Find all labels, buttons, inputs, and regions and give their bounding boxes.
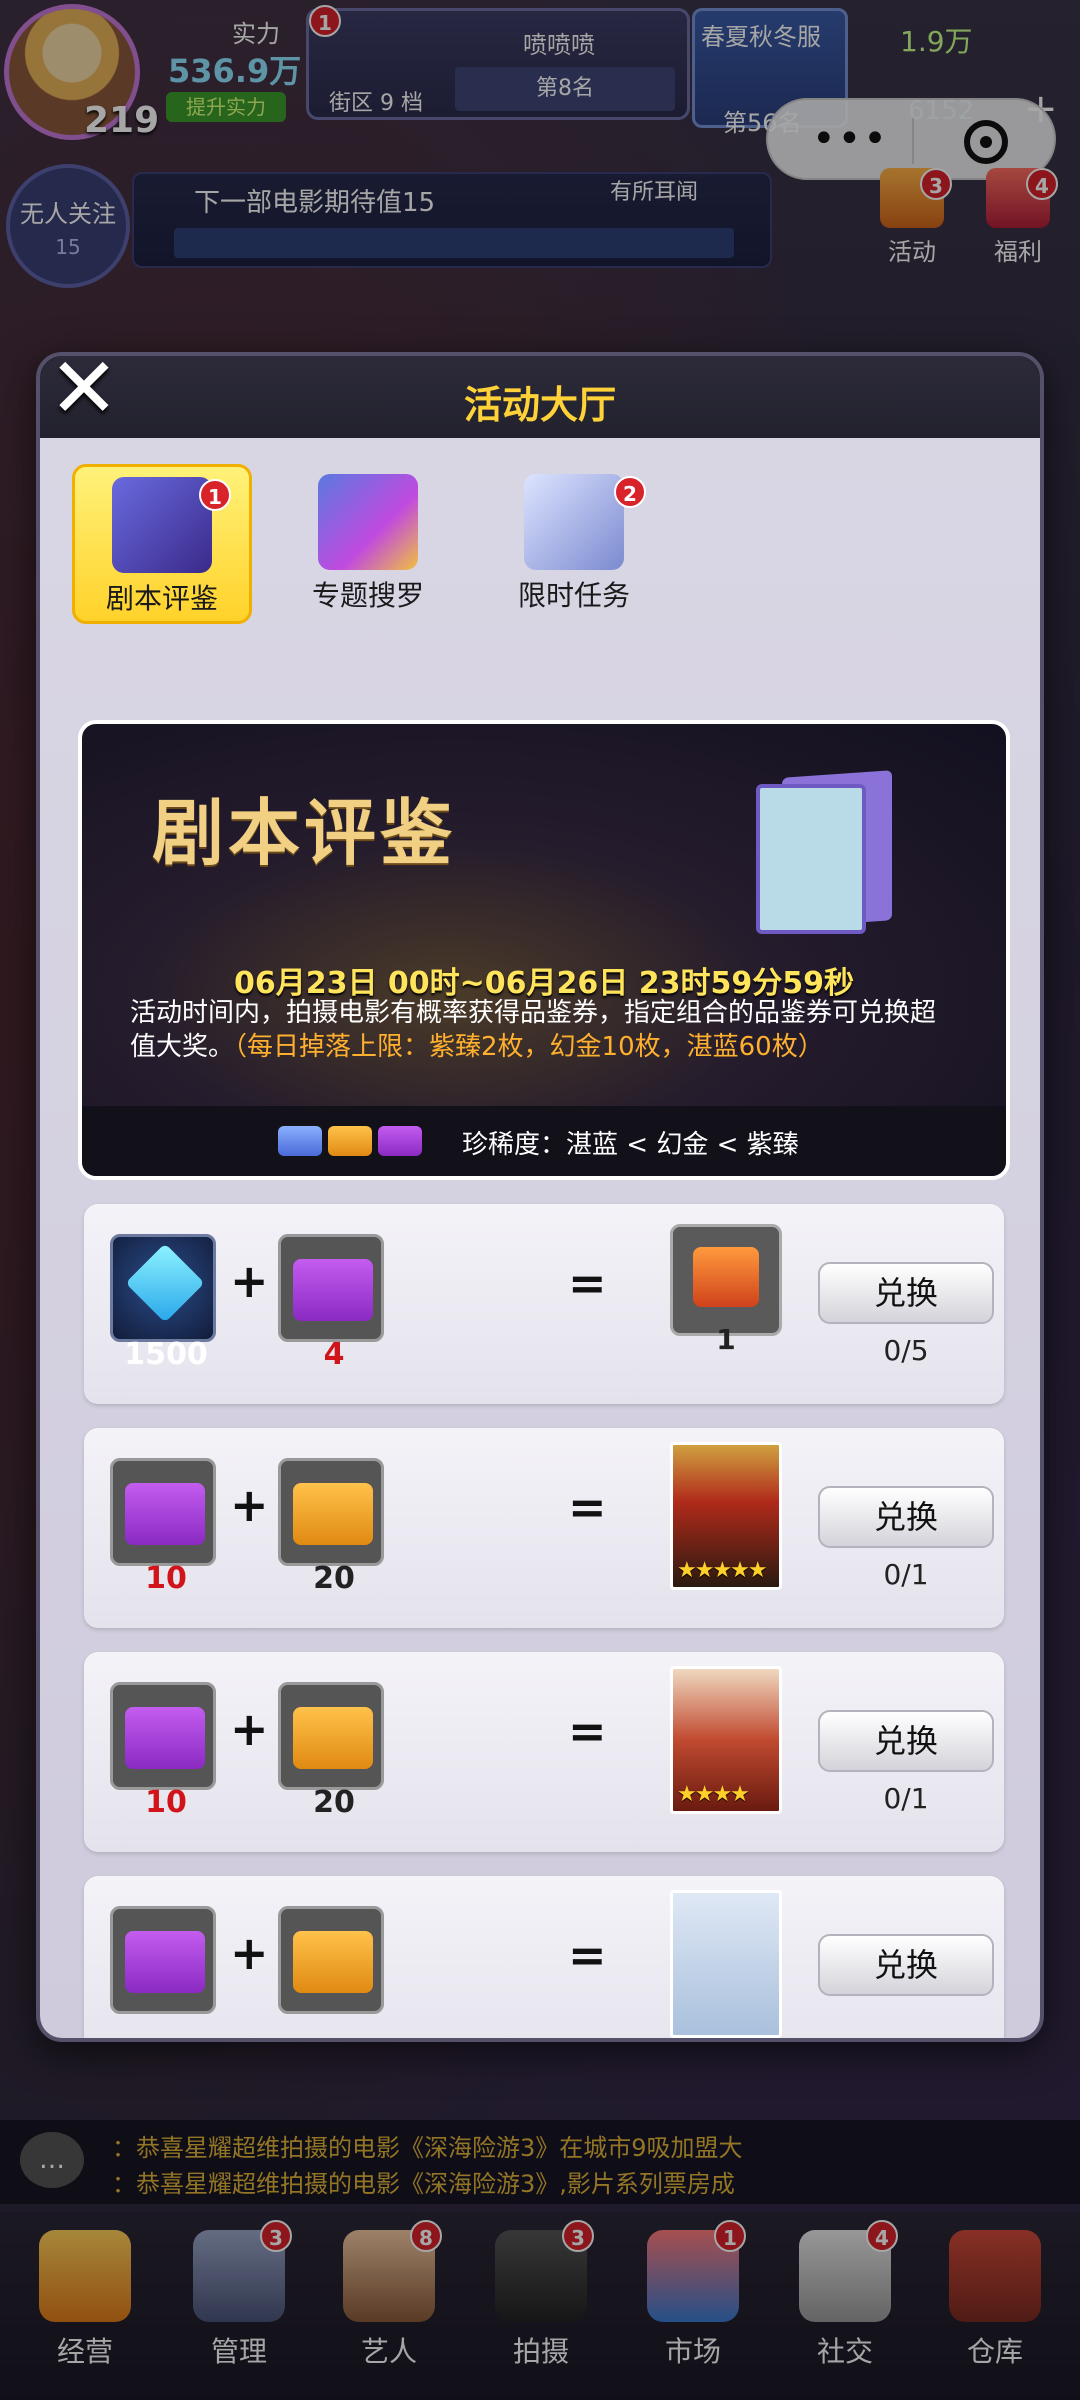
purple-ticket-icon: [125, 1931, 205, 1993]
exchange-row: 10 + 20 = ★★★★ 兑换 0/1: [84, 1652, 1004, 1852]
star-rating: ★★★★: [677, 1782, 750, 1807]
plus-sign: +: [230, 1478, 269, 1532]
purple-ticket-icon: [125, 1707, 205, 1769]
purple-ticket-icon: [378, 1126, 422, 1156]
tab-special-topics-label: 专题搜罗: [311, 579, 424, 612]
movie-poster-martial: ★★★★★: [670, 1442, 782, 1590]
star-rating: ★★★★★: [677, 1558, 768, 1583]
exchange-button[interactable]: 兑换: [818, 1262, 994, 1324]
exchange-row: 10 + 20 = ★★★★★ 兑换 0/1: [84, 1428, 1004, 1628]
exchange-row: + = 兑换: [84, 1876, 1004, 2038]
rarity-text: 珍稀度：湛蓝 < 幻金 < 紫臻: [462, 1130, 799, 1160]
gold-ticket-icon: [293, 1931, 373, 1993]
gem-slot: 1500: [110, 1234, 216, 1372]
exchange-count: 0/1: [883, 1558, 929, 1591]
modal-body: 剧本评鉴 1 专题搜罗 限时任务 2 剧本评鉴 06月23日 00时~06月26…: [40, 438, 1040, 2038]
gold-ticket-slot: 20: [278, 1458, 384, 1596]
script-books-art: [742, 764, 952, 954]
clipboard-icon: [524, 474, 624, 570]
equals-sign: =: [568, 1256, 607, 1310]
script-icon: [112, 477, 212, 573]
purple-ticket-qty: 4: [323, 1337, 345, 1372]
exchange-count: 0/5: [883, 1334, 929, 1367]
tab-special-topics[interactable]: 专题搜罗: [278, 464, 458, 624]
purple-ticket-icon: [293, 1259, 373, 1321]
rarity-tickets: [278, 1126, 428, 1160]
tab-limited-tasks[interactable]: 限时任务 2: [484, 464, 664, 624]
exchange-button[interactable]: 兑换: [818, 1934, 994, 1996]
tab-limited-tasks-label: 限时任务: [517, 579, 630, 612]
close-button[interactable]: ✕: [40, 346, 128, 436]
gold-ticket-slot: 20: [278, 1682, 384, 1820]
tab-limited-tasks-badge: 2: [614, 476, 646, 508]
tab-script-review[interactable]: 剧本评鉴 1: [72, 464, 252, 624]
plus-sign: +: [230, 1926, 269, 1980]
blue-ticket-icon: [278, 1126, 322, 1156]
reward-gift-slot: 1: [670, 1224, 782, 1356]
gem-qty: 1500: [124, 1337, 208, 1372]
rarity-bar: 珍稀度：湛蓝 < 幻金 < 紫臻: [82, 1106, 1006, 1176]
purple-ticket-slot: 10: [110, 1458, 216, 1596]
plus-sign: +: [230, 1702, 269, 1756]
exchange-row: 1500 + 4 = 1 兑换 0/5: [84, 1204, 1004, 1404]
modal-title: 活动大厅: [463, 383, 616, 427]
gold-ticket-icon: [293, 1707, 373, 1769]
equals-sign: =: [568, 1704, 607, 1758]
reward-qty: 1: [716, 1323, 736, 1356]
gold-ticket-qty: 20: [313, 1561, 355, 1596]
event-banner: 剧本评鉴 06月23日 00时~06月26日 23时59分59秒 活动时间内，拍…: [78, 720, 1010, 1180]
gold-ticket-icon: [328, 1126, 372, 1156]
tab-script-review-label: 剧本评鉴: [105, 582, 218, 615]
equals-sign: =: [568, 1480, 607, 1534]
exchange-count: 0/1: [883, 1782, 929, 1815]
gold-ticket-qty: 20: [313, 1785, 355, 1820]
purple-ticket-qty: 10: [145, 1785, 187, 1820]
exchange-button[interactable]: 兑换: [818, 1710, 994, 1772]
gift-box-icon: [693, 1247, 759, 1307]
purple-ticket-icon: [125, 1483, 205, 1545]
event-drop-limit: （每日掉落上限：紫臻2枚，幻金10枚，湛蓝60枚）: [234, 1032, 824, 1062]
tab-script-review-badge: 1: [199, 479, 231, 511]
purple-ticket-qty: 10: [145, 1561, 187, 1596]
plus-sign: +: [230, 1254, 269, 1308]
activity-tabs: 剧本评鉴 1 专题搜罗 限时任务 2: [72, 464, 972, 628]
exchange-button[interactable]: 兑换: [818, 1486, 994, 1548]
diamond-icon: [125, 1243, 205, 1323]
banner-title: 剧本评鉴: [152, 790, 457, 875]
event-description: 活动时间内，拍摄电影有概率获得品鉴券，指定组合的品鉴券可兑换超值大奖。（每日掉落…: [130, 996, 960, 1064]
purple-ticket-slot: [110, 1906, 216, 2014]
purple-ticket-slot: 4: [278, 1234, 384, 1372]
modal-header: 活动大厅: [40, 356, 1040, 438]
gold-ticket-slot: [278, 1906, 384, 2014]
movie-poster-portrait: [670, 1890, 782, 2038]
movie-poster-fantasy: ★★★★: [670, 1666, 782, 1814]
equals-sign: =: [568, 1928, 607, 1982]
gold-ticket-icon: [293, 1483, 373, 1545]
activity-hall-modal: 活动大厅 ✕ 剧本评鉴 1 专题搜罗 限时任务 2 剧本评鉴 06月23日 00…: [36, 346, 1044, 2042]
purple-ticket-slot: 10: [110, 1682, 216, 1820]
books-question-icon: [318, 474, 418, 570]
